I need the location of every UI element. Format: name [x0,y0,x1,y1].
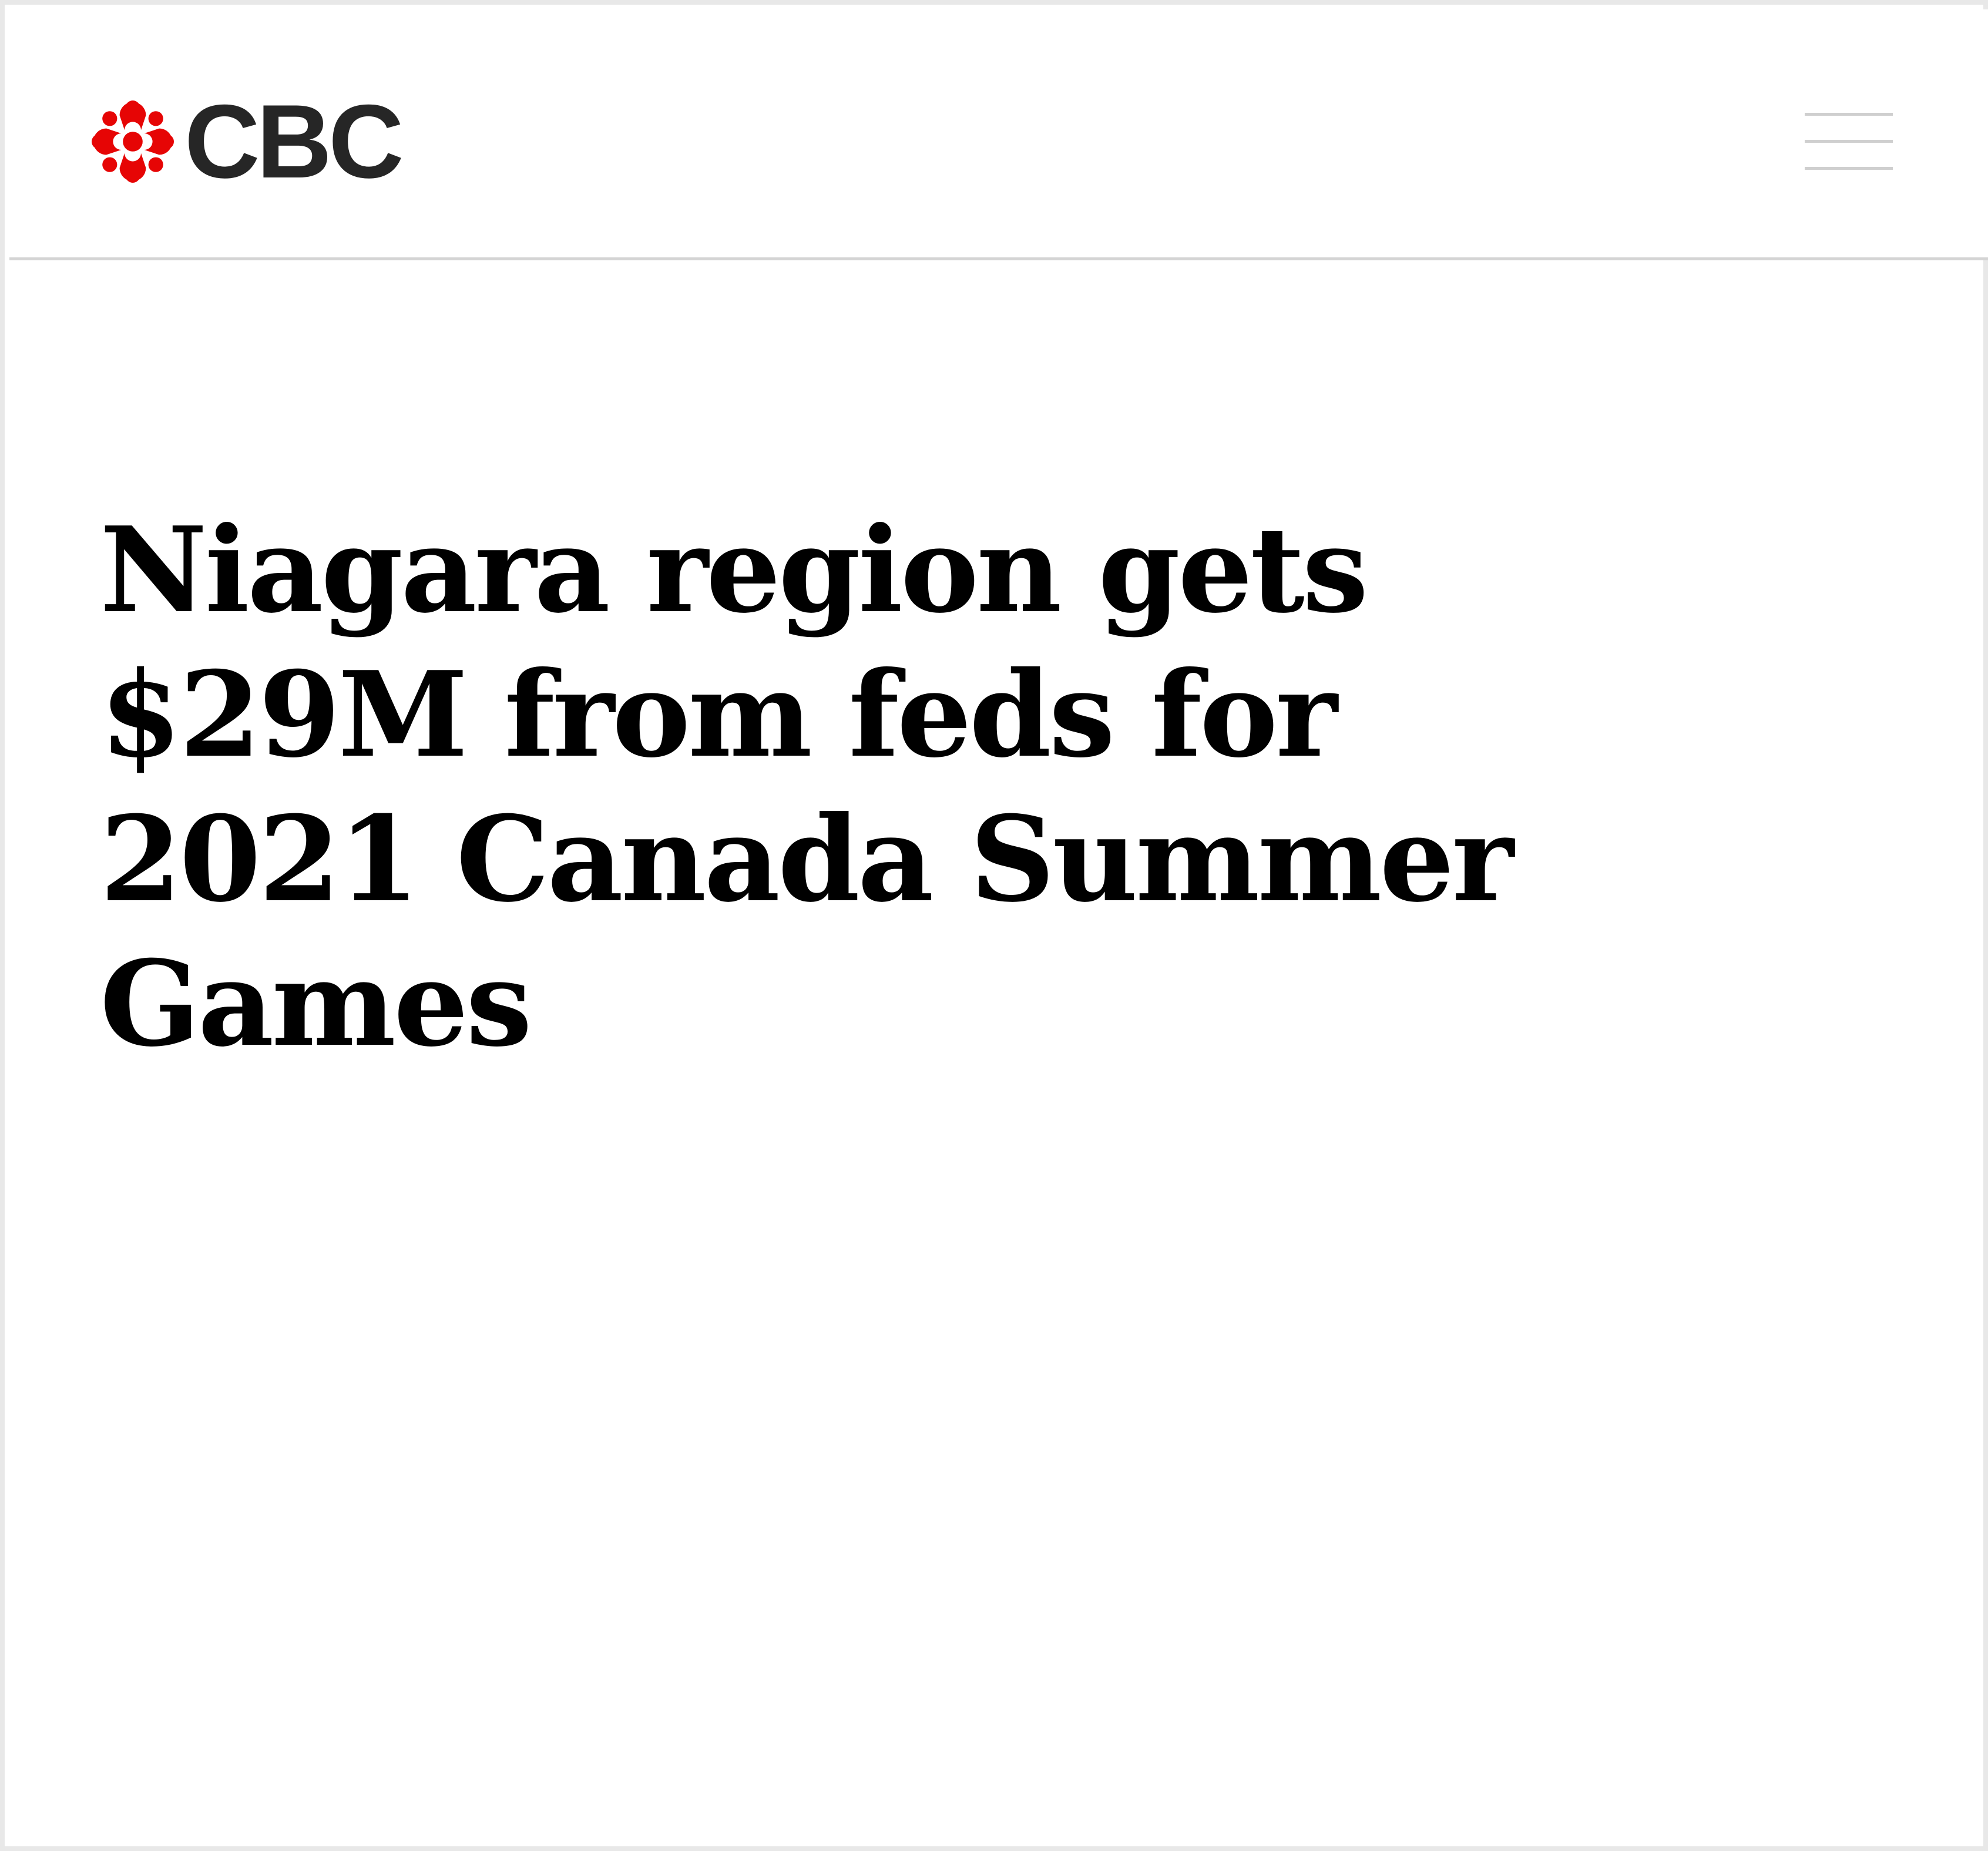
cbc-logo-link[interactable]: CBC [92,83,404,200]
page-frame: CBC Niagara region gets $29M from feds f… [0,0,1988,1851]
article-headline: Niagara region gets $29M from feds for 2… [100,501,1514,1073]
cbc-gem-icon [92,100,174,183]
cbc-wordmark: CBC [184,83,404,200]
menu-bar-bottom [1805,167,1893,170]
menu-button[interactable] [1795,103,1895,180]
menu-bar-top [1805,113,1893,116]
menu-bar-middle [1805,140,1893,143]
site-header: CBC [9,9,1988,260]
